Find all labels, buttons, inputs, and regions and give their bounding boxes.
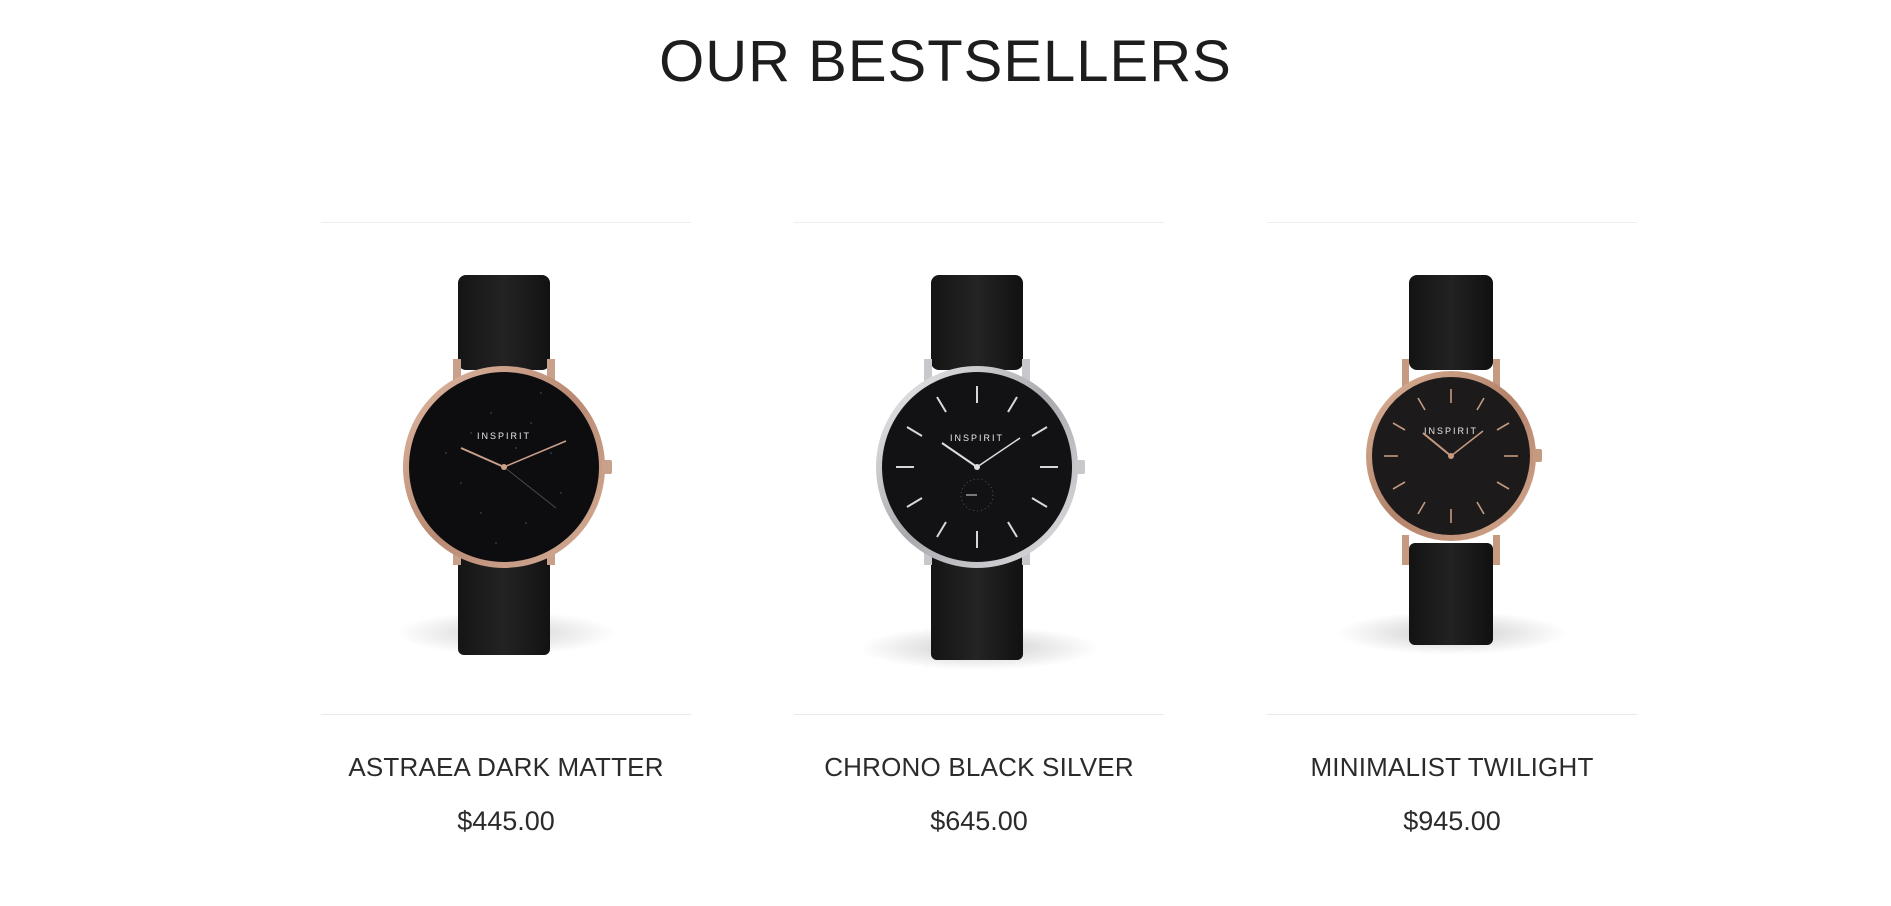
product-name[interactable]: ASTRAEA DARK MATTER [321,752,691,783]
product-price: $945.00 [1403,806,1501,836]
product-image[interactable]: INSPIRIT [1267,222,1637,715]
product-price: $445.00 [457,806,555,836]
product-price: $645.00 [930,806,1028,836]
product-card[interactable]: INSPIRIT ASTRAEA DARK MATTER $445.00 [321,222,691,836]
brand-label: INSPIRIT [477,431,531,441]
product-image[interactable]: INSPIRIT [321,222,691,715]
product-card[interactable]: INSPIRIT MINIMALIST TWILIGHT $945.00 [1267,222,1637,836]
product-card[interactable]: INSPIRIT CHRONO BLACK SILVER $645.00 [794,222,1164,836]
brand-label: INSPIRIT [950,433,1004,443]
product-image[interactable]: INSPIRIT [794,222,1164,715]
product-name[interactable]: CHRONO BLACK SILVER [794,752,1164,783]
product-name[interactable]: MINIMALIST TWILIGHT [1267,752,1637,783]
section-title: OUR BESTSELLERS [659,29,1232,94]
watch-silver-chrono-dial-icon: INSPIRIT [859,275,1099,670]
watch-rose-gold-minimal-dial-icon: INSPIRIT [1337,275,1567,655]
brand-label: INSPIRIT [1424,426,1478,436]
watch-rose-gold-speckled-dial-icon: INSPIRIT [396,275,616,655]
